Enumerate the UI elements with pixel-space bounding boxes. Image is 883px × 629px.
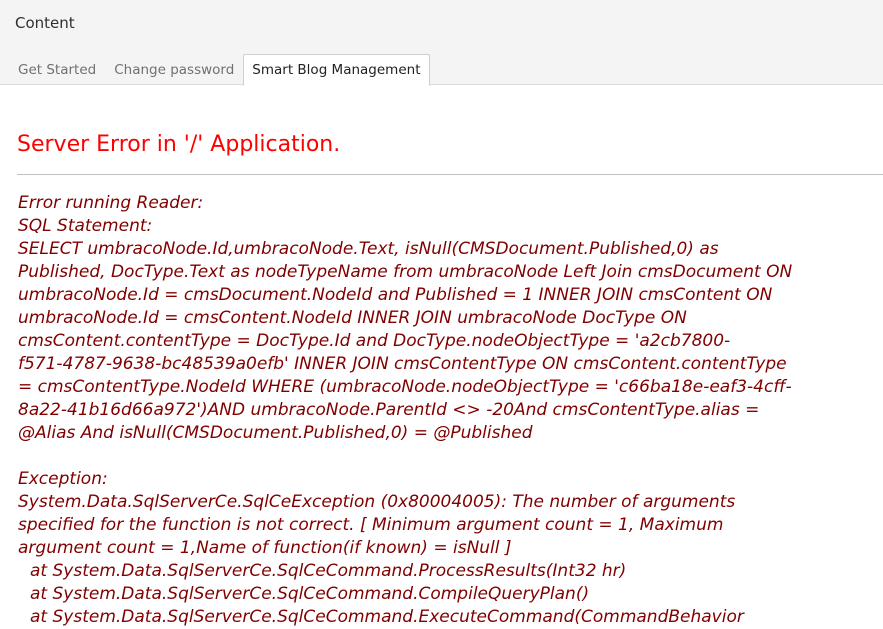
tab-content-panel: Server Error in '/' Application. Error r… [0,86,883,629]
sql-line: Published, DocType.Text as nodeTypeName … [18,262,793,282]
stack-trace-line: at System.Data.SqlServerCe.SqlCeCommand.… [30,584,590,604]
stack-trace-line: at System.Data.SqlServerCe.SqlCeCommand.… [30,607,744,627]
heading-divider [17,174,883,175]
sql-error-block: Error running Reader: SQL Statement: SEL… [18,192,883,445]
sql-line: 8a22-41b16d66a972')AND umbracoNode.Paren… [18,400,760,420]
sql-line: umbracoNode.Id = cmsContent.NodeId INNER… [18,308,687,328]
error-heading: Server Error in '/' Application. [17,132,341,157]
sql-line: f571-4787-9638-bc48539a0efb' INNER JOIN … [18,354,787,374]
exception-label: Exception: [18,469,108,489]
exception-line: argument count = 1,Name of function(if k… [18,538,512,558]
stack-trace-line: at System.Data.SqlServerCe.SqlCeCommand.… [30,561,627,581]
sql-line: SELECT umbracoNode.Id,umbracoNode.Text, … [18,239,719,259]
tab-change-password[interactable]: Change password [105,54,243,85]
exception-line: specified for the function is not correc… [18,515,724,535]
tab-get-started[interactable]: Get Started [9,54,105,85]
error-line: SQL Statement: [18,216,153,236]
content-header: Content Get Started Change password Smar… [0,0,883,86]
sql-line: cmsContent.contentType = DocType.Id and … [18,331,731,351]
exception-block: Exception: System.Data.SqlServerCe.SqlCe… [18,468,883,629]
tab-bar: Get Started Change password Smart Blog M… [9,54,430,86]
error-line: Error running Reader: [18,193,204,213]
sql-line: = cmsContentType.NodeId WHERE (umbracoNo… [18,377,792,397]
sql-line: @Alias And isNull(CMSDocument.Published,… [18,423,533,443]
exception-line: System.Data.SqlServerCe.SqlCeException (… [18,492,736,512]
section-title: Content [15,14,75,32]
sql-line: umbracoNode.Id = cmsDocument.NodeId and … [18,285,773,305]
tab-smart-blog-management[interactable]: Smart Blog Management [243,54,430,86]
